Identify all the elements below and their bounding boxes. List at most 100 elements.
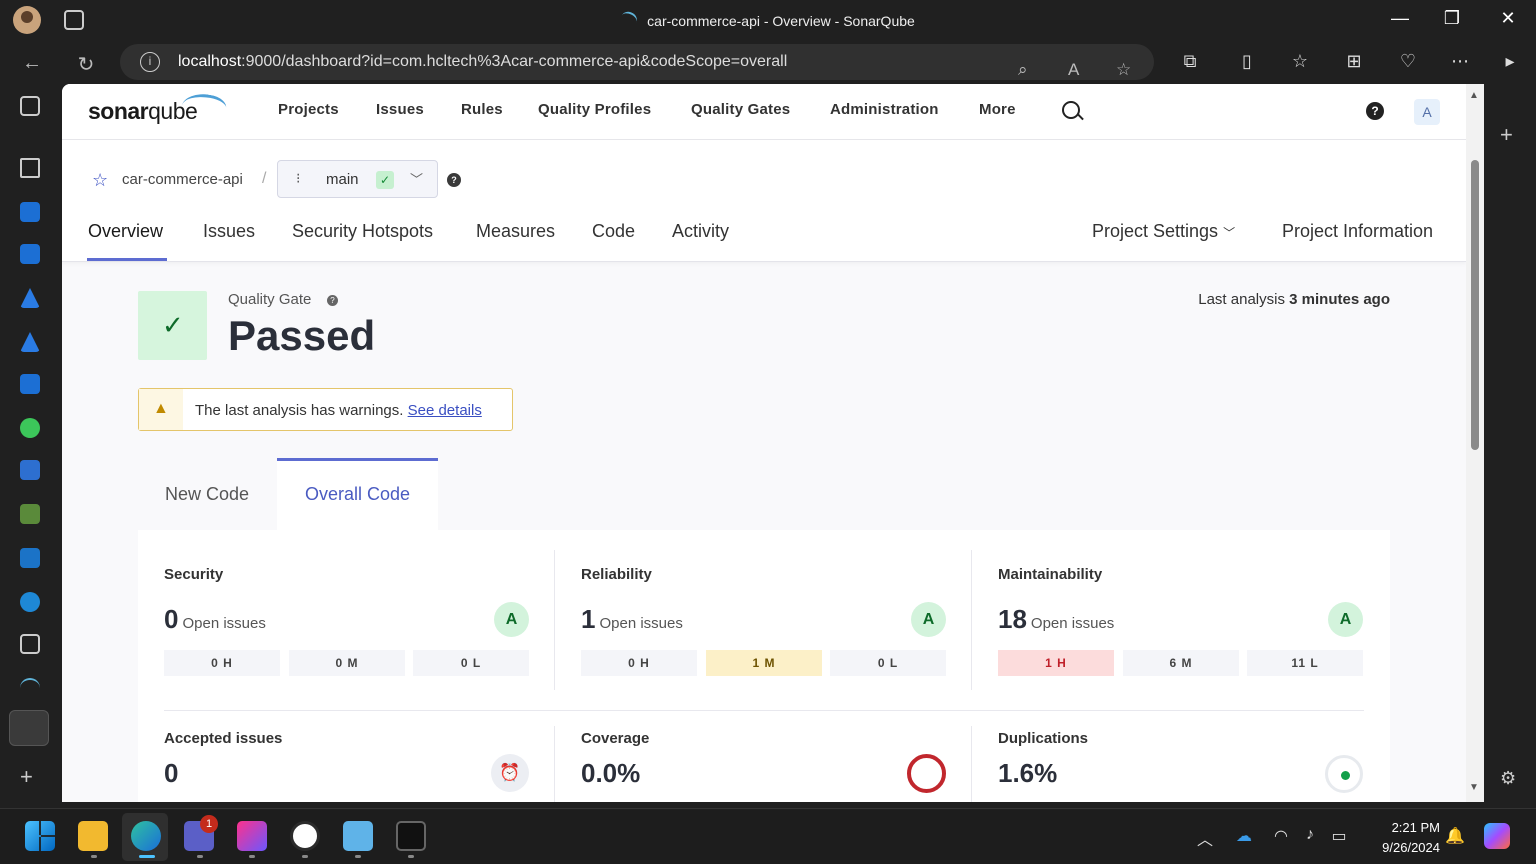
reliability-open-issues[interactable]: 1 Open issues (581, 604, 683, 635)
user-avatar[interactable]: A (1414, 99, 1440, 125)
swagger-tab-icon[interactable] (20, 418, 40, 438)
system-clock[interactable]: 2:21 PM 9/26/2024 (1382, 818, 1440, 858)
document-tab-icon[interactable] (20, 158, 40, 178)
azure-tab-icon-2[interactable] (20, 332, 40, 352)
maintainability-low[interactable]: 11 L (1247, 650, 1363, 676)
project-information-button[interactable]: Project Information (1282, 221, 1433, 242)
site-info-icon[interactable]: i (140, 52, 160, 72)
intellij-icon[interactable] (237, 821, 267, 851)
favorite-star-icon[interactable]: ☆ (1116, 52, 1131, 88)
start-windows-icon[interactable] (25, 821, 55, 851)
zoom-icon[interactable]: ⌕ (1018, 52, 1028, 88)
sidebar-toggle-icon[interactable]: ▸ (1498, 51, 1522, 72)
search-icon[interactable] (1062, 101, 1080, 119)
tab-new-code[interactable]: New Code (138, 458, 276, 530)
branch-selector[interactable]: ⁝ main ✓ ﹀ (277, 160, 438, 198)
extensions-icon[interactable]: ⧉ (1178, 51, 1202, 72)
add-sidebar-app-icon[interactable]: + (1500, 122, 1513, 148)
outlook-tab-icon[interactable] (20, 548, 40, 568)
read-aloud-icon[interactable]: A (1068, 52, 1079, 88)
azure-tab-icon[interactable] (20, 288, 40, 308)
docs-tab-icon[interactable] (20, 460, 40, 480)
file-explorer-icon[interactable] (78, 821, 108, 851)
project-name-breadcrumb[interactable]: car-commerce-api (122, 171, 243, 188)
duplications-value[interactable]: 1.6% (998, 758, 1057, 789)
spring-tab-icon[interactable] (20, 504, 40, 524)
nav-projects[interactable]: Projects (278, 101, 339, 118)
edge-browser-icon[interactable] (131, 821, 161, 851)
split-screen-icon[interactable]: ▯ (1235, 51, 1259, 72)
tab-overview[interactable]: Overview (88, 221, 163, 242)
volume-icon[interactable]: ♪ (1299, 826, 1321, 844)
nav-issues[interactable]: Issues (376, 101, 424, 118)
maintainability-high[interactable]: 1 H (998, 650, 1114, 676)
close-button[interactable]: ✕ (1496, 8, 1520, 29)
reliability-medium[interactable]: 1 M (706, 650, 822, 676)
favorites-icon[interactable]: ☆ (1288, 51, 1312, 72)
tab-code[interactable]: Code (592, 221, 635, 242)
wifi-icon[interactable]: ◠ (1270, 826, 1292, 846)
nav-administration[interactable]: Administration (830, 101, 939, 118)
notepad-icon[interactable] (343, 821, 373, 851)
browser-essentials-icon[interactable]: ♡ (1396, 51, 1420, 72)
tab-actions-icon[interactable] (20, 96, 40, 116)
copilot-icon[interactable] (1484, 823, 1510, 849)
terminal-icon[interactable] (396, 821, 426, 851)
see-details-link[interactable]: See details (408, 402, 482, 419)
scroll-thumb[interactable] (1471, 160, 1479, 450)
page-scrollbar[interactable]: ▲ ▼ (1466, 84, 1484, 802)
nav-more[interactable]: More (979, 101, 1016, 118)
security-medium[interactable]: 0 M (289, 650, 405, 676)
chevron-up-icon[interactable]: ︿ (1194, 826, 1216, 850)
scroll-up-icon[interactable]: ▲ (1469, 90, 1479, 101)
new-tab-icon[interactable]: + (20, 764, 33, 790)
onedrive-icon[interactable]: ☁ (1233, 826, 1255, 846)
reliability-high[interactable]: 0 H (581, 650, 697, 676)
more-menu-icon[interactable]: ⋯ (1448, 51, 1472, 72)
accepted-issues-value[interactable]: 0 (164, 758, 178, 789)
collections-icon[interactable]: ⊞ (1342, 51, 1366, 72)
quality-gate-help-icon[interactable]: ? (327, 295, 338, 306)
address-bar[interactable]: i localhost:9000/dashboard?id=com.hcltec… (120, 44, 1154, 80)
nav-rules[interactable]: Rules (461, 101, 503, 118)
restore-button[interactable]: ❐ (1440, 8, 1464, 29)
divider (554, 550, 555, 690)
sonarqube-page: sonarqube Projects Issues Rules Quality … (62, 84, 1466, 802)
favorite-star-icon[interactable]: ☆ (92, 170, 108, 191)
tab-activity[interactable]: Activity (672, 221, 729, 242)
security-low[interactable]: 0 L (413, 650, 529, 676)
security-high[interactable]: 0 H (164, 650, 280, 676)
project-settings-menu[interactable]: Project Settings ﹀ (1092, 221, 1235, 242)
refresh-icon[interactable]: ↻ (74, 52, 98, 77)
tab-issues[interactable]: Issues (203, 221, 255, 242)
clock-app-icon[interactable] (290, 821, 320, 851)
tab-security-hotspots[interactable]: Security Hotspots (292, 221, 433, 242)
branch-help-icon[interactable]: ? (447, 173, 461, 187)
maintainability-open-issues[interactable]: 18 Open issues (998, 604, 1114, 635)
help-icon[interactable]: ? (1366, 102, 1384, 120)
bookmark-tab-icon[interactable] (20, 634, 40, 654)
azure-devops-tab-icon[interactable] (20, 374, 40, 394)
nav-quality-profiles[interactable]: Quality Profiles (538, 101, 651, 118)
reliability-rating-badge[interactable]: A (911, 602, 946, 637)
onedrive-tab-icon[interactable] (20, 592, 40, 612)
battery-icon[interactable]: ▭ (1328, 826, 1350, 846)
active-tab-sonarqube[interactable] (9, 710, 49, 746)
back-icon[interactable]: ← (20, 52, 44, 75)
maintainability-medium[interactable]: 6 M (1123, 650, 1239, 676)
minimize-button[interactable]: — (1388, 8, 1412, 29)
notification-bell-icon[interactable]: 🔔 (1444, 826, 1466, 846)
sonarqube-tab-icon-side[interactable] (20, 678, 40, 698)
coverage-value[interactable]: 0.0% (581, 758, 640, 789)
maintainability-rating-badge[interactable]: A (1328, 602, 1363, 637)
security-open-issues[interactable]: 0 Open issues (164, 604, 266, 635)
scroll-down-icon[interactable]: ▼ (1469, 782, 1479, 793)
sidebar-settings-gear-icon[interactable]: ⚙ (1500, 768, 1516, 789)
nav-quality-gates[interactable]: Quality Gates (691, 101, 790, 118)
security-rating-badge[interactable]: A (494, 602, 529, 637)
tab-overall-code[interactable]: Overall Code (277, 458, 438, 530)
tab-measures[interactable]: Measures (476, 221, 555, 242)
azure-boards-tab-icon[interactable] (20, 202, 40, 222)
azure-boards-tab-icon-2[interactable] (20, 244, 40, 264)
reliability-low[interactable]: 0 L (830, 650, 946, 676)
